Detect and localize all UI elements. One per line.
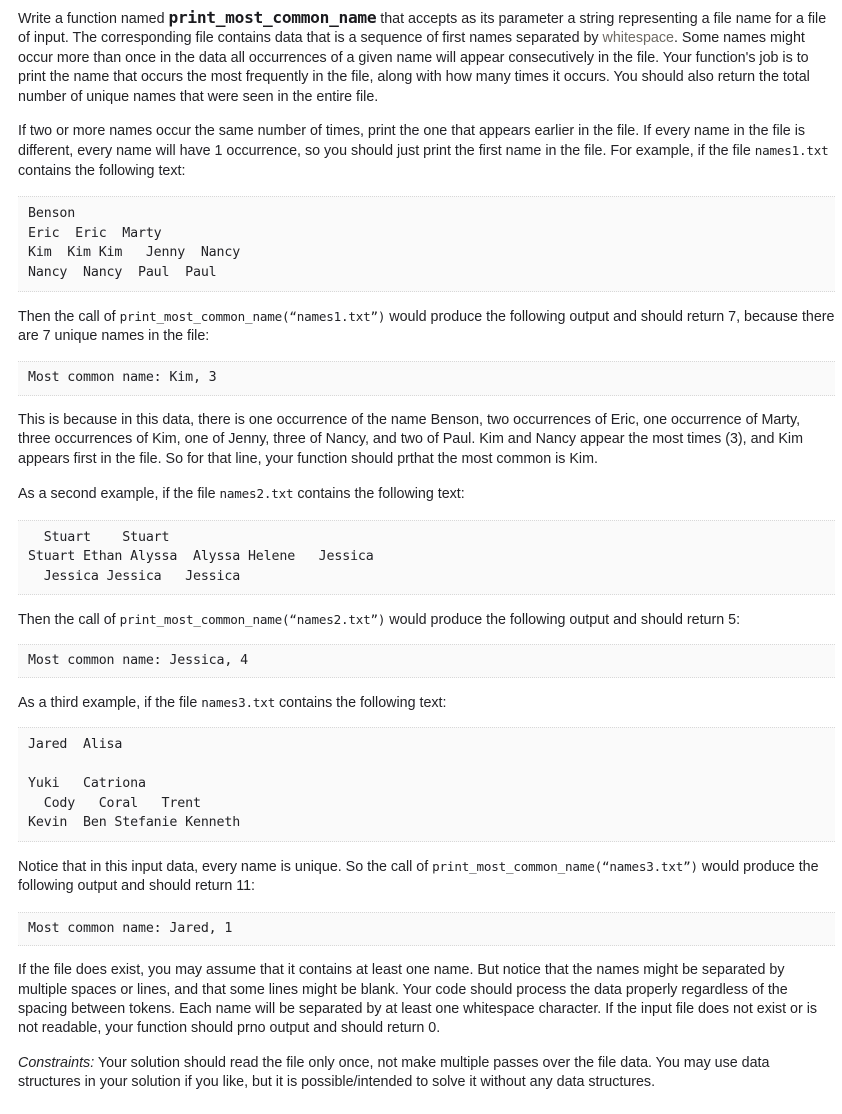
call1-paragraph: Then the call of print_most_common_name(… — [18, 307, 835, 347]
tie-rule-text-after: contains the following text: — [18, 162, 186, 179]
call1-text-before: Then the call of — [18, 308, 120, 325]
names3-file-code: names3.txt — [201, 695, 276, 711]
intro-paragraph: Write a function named print_most_common… — [18, 8, 835, 107]
call2-text-after: would produce the following output and s… — [385, 612, 741, 629]
names1-input-code-block: Benson Eric Eric Marty Kim Kim Kim Jenny… — [18, 196, 835, 292]
call2-paragraph: Then the call of print_most_common_name(… — [18, 610, 835, 630]
problem-statement-page: Write a function named print_most_common… — [0, 0, 842, 1114]
names2-file-code: names2.txt — [219, 486, 294, 502]
tie-rule-text-before: If two or more names occur the same numb… — [18, 123, 806, 160]
second-example-paragraph: As a second example, if the file names2.… — [18, 484, 835, 504]
third-example-paragraph: As a third example, if the file names3.t… — [18, 693, 835, 713]
call1-code: print_most_common_name(“names1.txt”) — [119, 308, 386, 324]
names1-output-code-block: Most common name: Kim, 3 — [18, 361, 835, 397]
whitespace-term: whitespace — [602, 30, 674, 47]
function-name-code: print_most_common_name — [168, 8, 377, 27]
call3-paragraph: Notice that in this input data, every na… — [18, 857, 835, 897]
third-example-text-after: contains the following text: — [275, 695, 447, 712]
explanation-paragraph: This is because in this data, there is o… — [18, 412, 803, 467]
names2-output-code-block: Most common name: Jessica, 4 — [18, 643, 835, 679]
constraints-paragraph: Constraints: Your solution should read t… — [18, 1054, 835, 1093]
names3-input-code-block: Jared Alisa Yuki Catriona Cody Coral Tre… — [18, 726, 835, 842]
constraints-label: Constraints: — [18, 1054, 95, 1071]
tie-rule-paragraph: If two or more names occur the same numb… — [18, 122, 835, 181]
names1-file-code: names1.txt — [754, 143, 829, 159]
call3-text-before: Notice that in this input data, every na… — [18, 858, 433, 875]
call2-text-before: Then the call of — [18, 612, 120, 629]
names3-output-code-block: Most common name: Jared, 1 — [18, 911, 835, 947]
constraints-text: Your solution should read the file only … — [18, 1054, 770, 1091]
notes-paragraph: If the file does exist, you may assume t… — [18, 962, 818, 1037]
call3-code: print_most_common_name(“names3.txt”) — [432, 858, 698, 874]
call2-code: print_most_common_name(“names2.txt”) — [119, 612, 386, 628]
second-example-text-before: As a second example, if the file — [18, 486, 220, 503]
third-example-text-before: As a third example, if the file — [18, 695, 202, 712]
intro-text-before-function: Write a function named — [18, 11, 169, 27]
names2-input-code-block: Stuart Stuart Stuart Ethan Alyssa Alyssa… — [18, 519, 835, 596]
second-example-text-after: contains the following text: — [293, 486, 465, 503]
